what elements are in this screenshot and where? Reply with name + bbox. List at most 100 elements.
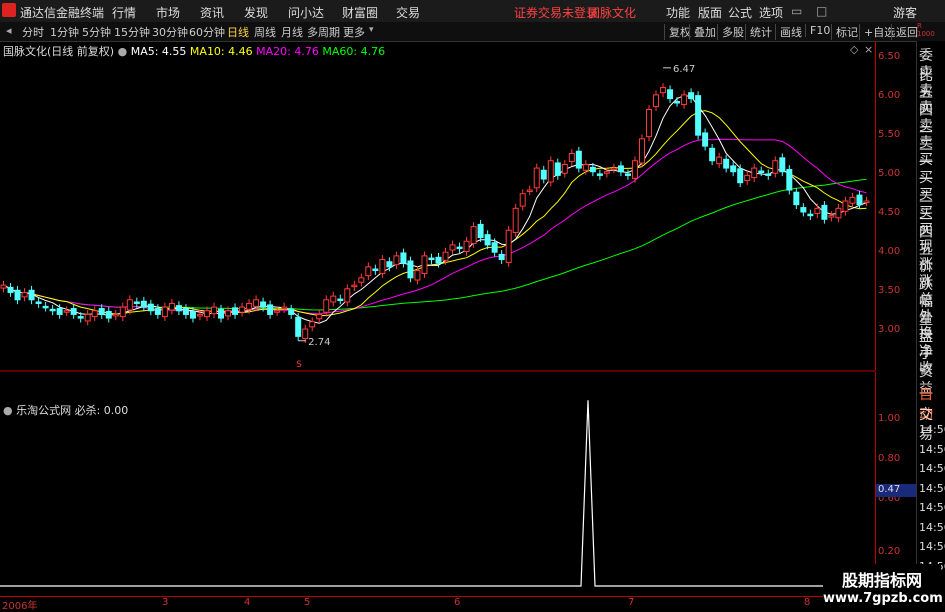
candle-body [681,94,688,105]
menu-xuanxiang[interactable]: 选项 [759,4,783,21]
date-label: 7 [628,597,635,608]
menu-caifuquan[interactable]: 财富圈 [342,4,378,21]
candle-body [800,207,807,213]
candle-body [323,299,330,313]
tool-diejia[interactable]: 叠加 [689,24,716,40]
candle-body [119,306,126,318]
menu-faxian[interactable]: 发现 [244,4,268,21]
app-logo-icon [2,3,16,17]
price-tick: 3.50 [878,285,901,296]
menu-jiaoyi[interactable]: 交易 [396,4,420,21]
sidebar-item[interactable]: 14:56 [919,443,945,456]
candle-body [288,308,295,315]
candle-body [849,196,856,204]
candle-body [133,301,140,304]
candle-body [175,305,182,312]
sidebar-item[interactable]: 14:56 [919,423,945,436]
candle-body [84,313,91,322]
candle-body [98,308,105,315]
menu-bar: 通达信金融终端 行情 市场 资讯 发现 问小达 财富圈 交易 证券交易未登录 国… [0,0,945,23]
candle-body [512,207,519,233]
candle-body [589,166,596,173]
tab-monthly[interactable]: 月线 [281,24,303,40]
candle-body [239,306,246,313]
sidebar-item[interactable]: 14:56 [919,540,945,553]
candle-body [547,160,554,183]
candle-body [793,191,800,206]
candle-body [442,251,449,261]
toggle-icon[interactable]: ◂ [6,24,12,37]
candle-body [42,305,49,309]
candle-body [316,313,323,320]
price-tick: 4.50 [878,207,901,218]
candle-body [702,132,709,147]
candle-body [182,308,189,315]
tab-60min[interactable]: 60分钟 [189,24,225,40]
candle-body [260,301,267,308]
sidebar-item[interactable]: 14:56 [919,482,945,495]
menu-gongneng[interactable]: 功能 [666,4,690,21]
candle-body [49,308,56,312]
tool-tongji[interactable]: 统计 [745,24,772,40]
app-name: 通达信金融终端 [20,6,105,20]
tab-multi-period[interactable]: 多周期 [307,24,340,40]
candle-body [449,244,456,251]
price-tick: 6.50 [878,51,901,62]
tab-15min[interactable]: 15分钟 [114,24,150,40]
sidebar-header: R 1000 [917,22,935,38]
window-icon[interactable]: □ [816,4,827,18]
tab-daily[interactable]: 日线 [227,24,249,40]
tool-fuquan[interactable]: 复权 [664,24,691,40]
candle-body [414,270,421,281]
menu-gongshi[interactable]: 公式 [728,4,752,21]
candle-body [814,207,821,214]
date-axis [0,596,875,610]
watermark-url: www.7gpzb.com [823,591,943,606]
tool-huaxian[interactable]: 画线 [775,24,802,40]
minimize-icon[interactable]: ▭ [791,4,802,18]
more-chevron-down-icon[interactable]: ▾ [369,25,374,35]
menu-shichang[interactable]: 市场 [156,4,180,21]
candle-body [730,165,737,173]
candle-body [344,288,351,303]
candle-body [533,167,540,189]
candle-body [126,299,133,311]
candlestick-chart[interactable]: 6.47 2.74 S [0,41,875,371]
menu-zixun[interactable]: 资讯 [200,4,224,21]
indicator-chart[interactable] [0,388,875,588]
tool-duogu[interactable]: 多股 [717,24,744,40]
candle-body [484,234,491,246]
candle-body [856,194,863,206]
tab-weekly[interactable]: 周线 [254,24,276,40]
tool-add-favorite[interactable]: +自选 [859,24,895,40]
tool-return[interactable]: 返回 [891,24,918,40]
candle-body [561,163,568,174]
sidebar-item[interactable]: 14:56 [919,501,945,514]
tab-more[interactable]: 更多 [343,24,365,40]
login-notice[interactable]: 证券交易未登录 [514,4,598,21]
menu-hangqing[interactable]: 行情 [112,4,136,21]
menu-wenxiaoda[interactable]: 问小达 [288,4,324,21]
candle-body [77,316,84,319]
tool-biaoji[interactable]: 标记 [831,24,858,40]
ma5-line [3,95,867,324]
sell-signal-label: S [296,360,302,370]
tab-30min[interactable]: 30分钟 [152,24,188,40]
candle-body [203,310,210,318]
sidebar-item[interactable]: 14:56 [919,462,945,475]
candle-body [218,308,225,319]
candle-body [779,157,786,173]
sidebar-item[interactable]: 14:56 [919,521,945,534]
candle-body [653,94,660,108]
tab-1min[interactable]: 1分钟 [50,24,79,40]
tab-5min[interactable]: 5分钟 [82,24,111,40]
date-label: 6 [454,597,461,608]
tool-f10[interactable]: F10 [805,24,830,37]
candle-body [435,256,442,264]
guest-label[interactable]: 游客 [893,4,917,21]
candle-body [470,226,477,244]
candle-body [772,160,779,174]
tab-fenshi[interactable]: 分时 [22,24,44,40]
bisha-signal-line [0,400,875,587]
menu-banmian[interactable]: 版面 [698,4,722,21]
